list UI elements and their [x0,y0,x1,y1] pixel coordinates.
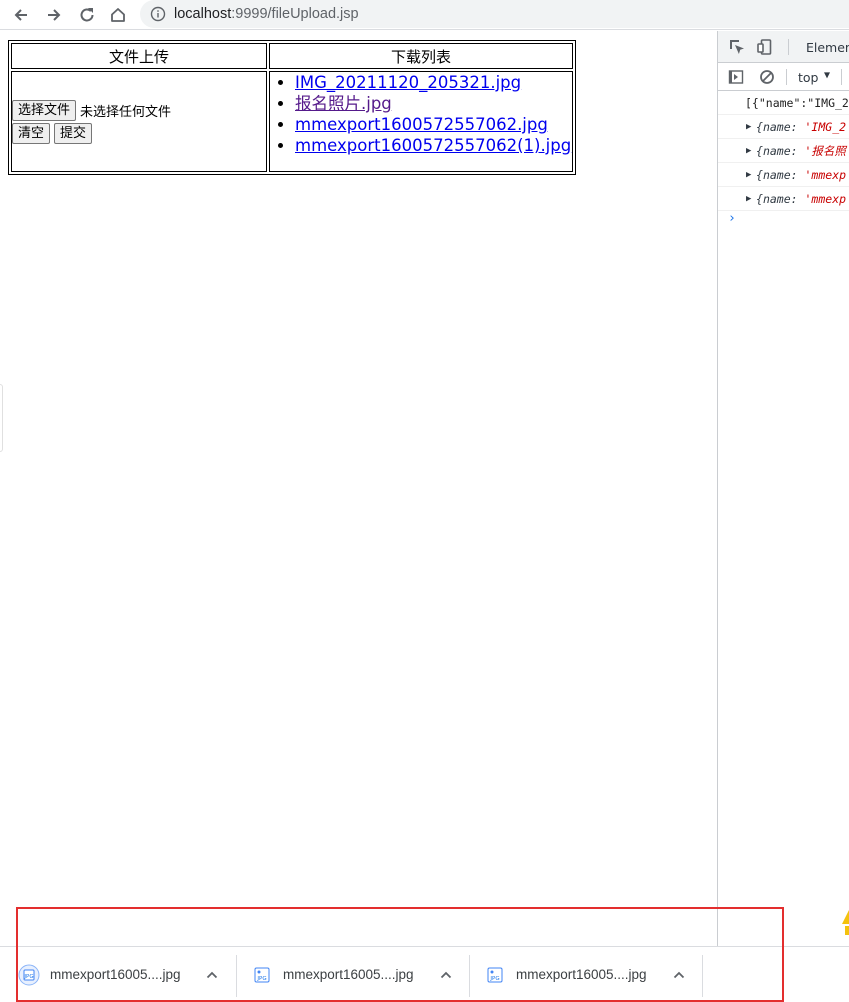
forward-button[interactable] [42,3,66,27]
inspect-element-icon[interactable] [728,38,746,56]
download-link[interactable]: IMG_20211120_205321.jpg [295,73,521,92]
download-file-name: mmexport16005....jpg [516,967,647,982]
url-host: localhost [174,6,232,22]
shelf-divider [469,955,470,997]
list-item: mmexport1600572557062.jpg [295,114,572,135]
devtools-tab-bar: Elemen [718,31,849,63]
console-object-row[interactable]: ▶ {name: '报名照 [718,139,849,163]
download-link[interactable]: mmexport1600572557062(1).jpg [295,136,571,155]
list-item: 报名照片.jpg [295,93,572,114]
info-icon[interactable] [150,6,166,22]
console-separator [841,69,842,85]
download-item[interactable]: JPG mmexport16005....jpg [18,947,236,1002]
expand-triangle-icon[interactable]: ▶ [746,187,751,210]
show-sidebar-icon[interactable] [728,69,744,85]
chevron-up-icon[interactable] [672,968,686,982]
form-buttons: 清空 提交 [12,122,266,144]
svg-text:JPG: JPG [489,976,499,982]
console-object: {name: 'IMG_2 [756,120,847,134]
reload-icon [80,8,94,22]
console-object: {name: 'mmexp [756,192,847,206]
chevron-up-icon[interactable] [439,968,453,982]
console-toolbar: top ▼ [718,63,849,91]
home-icon [111,8,125,22]
list-item: IMG_20211120_205321.jpg [295,72,572,93]
forward-arrow-icon [48,9,61,21]
page-viewport: 文件上传 下载列表 选择文件 未选择任何文件 清空 提交 IMG_2021112… [0,31,717,946]
console-object: {name: 'mmexp [756,168,847,182]
devtools-panel: Elemen top ▼ [{"name":"IMG_2 ▶ {name: 'I… [717,31,849,946]
dropdown-arrow-icon[interactable]: ▼ [824,70,830,81]
download-item[interactable]: JPG mmexport16005....jpg [484,947,702,1002]
browser-toolbar: localhost:9999/fileUpload.jsp [0,0,849,30]
header-download-list: 下载列表 [269,43,573,69]
download-file-name: mmexport16005....jpg [283,967,414,982]
console-object: {name: '报名照 [756,144,846,158]
clear-console-icon[interactable] [759,69,775,85]
tab-elements[interactable]: Elemen [806,40,849,55]
upload-download-table: 文件上传 下载列表 选择文件 未选择任何文件 清空 提交 IMG_2021112… [8,40,576,175]
expand-triangle-icon[interactable]: ▶ [746,139,751,162]
download-list: IMG_20211120_205321.jpg 报名照片.jpg mmexpor… [270,72,572,156]
download-link[interactable]: mmexport1600572557062.jpg [295,115,548,134]
jpg-file-icon: JPG [254,967,270,982]
console-object-row[interactable]: ▶ {name: 'mmexp [718,187,849,211]
console-prompt-line[interactable]: › [718,211,849,233]
file-input-row: 选择文件 未选择任何文件 [12,99,266,121]
header-file-upload: 文件上传 [11,43,267,69]
download-cell: IMG_20211120_205321.jpg 报名照片.jpg mmexpor… [269,71,573,172]
reload-button[interactable] [75,3,99,27]
no-file-chosen-text: 未选择任何文件 [80,104,172,120]
expand-triangle-icon[interactable]: ▶ [746,115,751,138]
download-shelf: JPG mmexport16005....jpg JPG mmexport160… [0,946,849,1001]
list-item: mmexport1600572557062(1).jpg [295,135,572,156]
chevron-up-icon[interactable] [205,968,219,982]
expand-triangle-icon[interactable]: ▶ [746,163,751,186]
console-separator [786,69,787,85]
device-toolbar-icon[interactable] [756,38,774,56]
back-button[interactable] [9,3,33,27]
console-prompt-icon: › [728,211,736,226]
jpg-file-icon: JPG [487,967,503,982]
console-object-row[interactable]: ▶ {name: 'mmexp [718,163,849,187]
shelf-divider [702,955,703,997]
url-path: :9999/fileUpload.jsp [231,6,359,22]
address-bar[interactable]: localhost:9999/fileUpload.jsp [140,0,849,28]
svg-text:JPG: JPG [256,976,266,982]
download-item[interactable]: JPG mmexport16005....jpg [251,947,469,1002]
home-button[interactable] [106,3,130,27]
submit-button[interactable]: 提交 [54,122,93,144]
warning-glyph-icon [842,910,849,935]
jpg-file-icon: JPG [18,964,40,985]
shelf-divider [236,955,237,997]
side-panel-handle[interactable] [0,384,3,452]
console-object-row[interactable]: ▶ {name: 'IMG_2 [718,115,849,139]
choose-file-button[interactable]: 选择文件 [12,99,77,121]
context-selector[interactable]: top [798,70,818,85]
url-text: localhost:9999/fileUpload.jsp [174,6,359,22]
download-file-name: mmexport16005....jpg [50,967,181,982]
tab-separator [788,39,789,55]
console-output-line[interactable]: [{"name":"IMG_2 [718,91,849,115]
upload-cell: 选择文件 未选择任何文件 清空 提交 [11,71,267,172]
back-arrow-icon [14,9,27,21]
svg-text:JPG: JPG [23,974,33,980]
download-link[interactable]: 报名照片.jpg [295,94,392,113]
clear-button[interactable]: 清空 [12,122,51,144]
